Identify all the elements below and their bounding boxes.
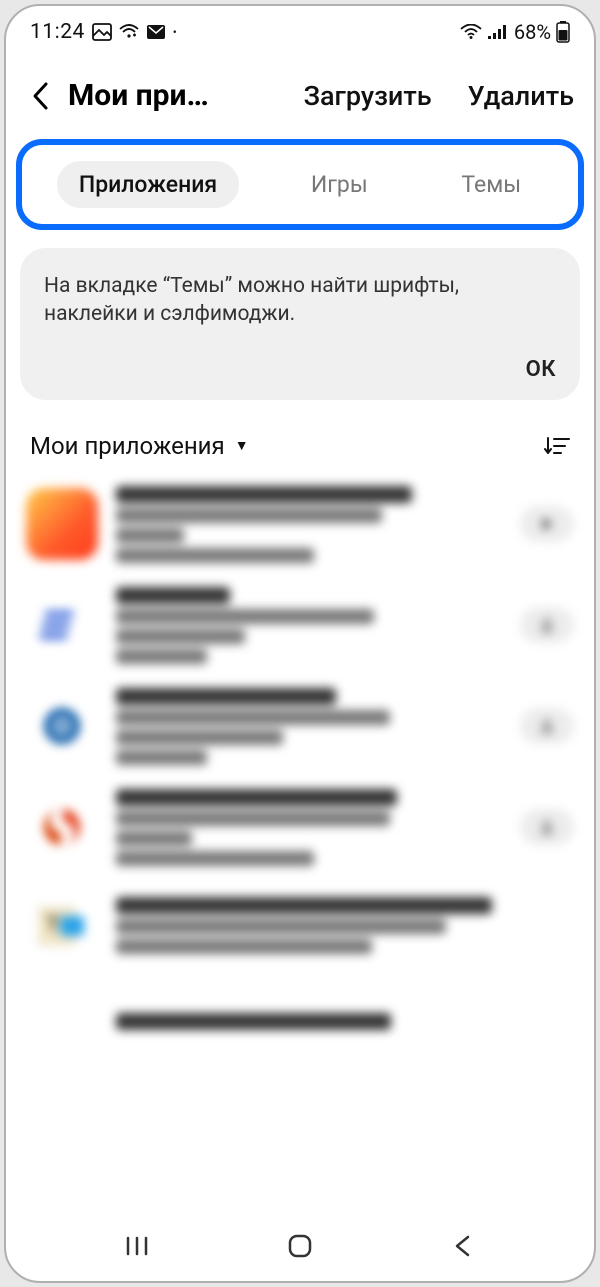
blurred-text <box>116 710 390 725</box>
app-list: T <box>6 474 594 1215</box>
blurred-text <box>116 508 382 523</box>
mail-icon <box>146 24 166 40</box>
blurred-text <box>116 939 372 954</box>
blurred-text <box>116 919 446 934</box>
blurred-text <box>116 851 314 866</box>
app-row[interactable] <box>6 474 594 575</box>
app-row[interactable]: T <box>6 878 594 974</box>
blurred-text <box>116 587 230 604</box>
app-icon: T <box>26 890 98 962</box>
signal-icon <box>487 24 507 40</box>
app-info <box>116 688 496 765</box>
blurred-text <box>116 789 397 806</box>
recent-apps-button[interactable] <box>107 1235 167 1257</box>
app-row[interactable] <box>6 575 594 676</box>
svg-text:T: T <box>46 913 60 938</box>
sort-button[interactable] <box>544 435 570 457</box>
wifi-small-icon <box>119 24 139 40</box>
blurred-text <box>116 811 390 826</box>
app-icon <box>26 690 98 762</box>
app-info <box>116 789 496 866</box>
app-row[interactable] <box>6 974 594 1070</box>
blurred-text <box>116 897 492 914</box>
tabs-highlight: Приложения Игры Темы <box>16 139 584 230</box>
download-button[interactable] <box>520 708 574 744</box>
wifi-icon <box>460 24 482 40</box>
app-info <box>116 486 496 563</box>
section-header: Мои приложения ▼ <box>6 400 594 474</box>
tab-games[interactable]: Игры <box>289 161 390 208</box>
info-text: На вкладке “Темы” можно найти шрифты, на… <box>44 272 556 329</box>
app-icon <box>26 589 98 661</box>
download-action[interactable]: Загрузить <box>304 80 432 112</box>
blurred-text <box>116 486 412 503</box>
back-button[interactable] <box>24 81 58 111</box>
status-left: 11:24 • <box>30 20 177 44</box>
section-dropdown[interactable]: Мои приложения ▼ <box>30 432 249 460</box>
blurred-text <box>116 649 207 664</box>
info-ok-button[interactable]: ОК <box>44 357 556 382</box>
app-icon <box>26 791 98 863</box>
blurred-text <box>116 688 336 705</box>
app-row[interactable] <box>6 777 594 878</box>
tab-apps[interactable]: Приложения <box>57 161 239 208</box>
blurred-text <box>116 629 245 644</box>
battery-icon <box>556 21 570 43</box>
play-button[interactable] <box>520 506 574 542</box>
app-row[interactable] <box>6 676 594 777</box>
status-bar: 11:24 • 68% <box>6 6 594 48</box>
info-card: На вкладке “Темы” можно найти шрифты, на… <box>20 248 580 400</box>
tab-themes[interactable]: Темы <box>439 161 543 208</box>
page-title: Мои при… <box>68 78 218 113</box>
app-icon <box>26 986 98 1058</box>
download-button[interactable] <box>520 607 574 643</box>
blurred-text <box>116 1013 391 1030</box>
delete-action[interactable]: Удалить <box>468 80 574 112</box>
app-info <box>116 587 496 664</box>
home-button[interactable] <box>270 1233 330 1259</box>
blurred-text <box>116 609 374 624</box>
status-time: 11:24 <box>30 20 85 44</box>
blurred-text <box>116 528 184 543</box>
phone-frame: 11:24 • 68% <box>4 4 596 1283</box>
status-right: 68% <box>460 20 570 44</box>
more-dot-icon: • <box>173 25 177 39</box>
app-info <box>116 1013 574 1030</box>
chevron-down-icon: ▼ <box>235 437 249 454</box>
nav-bar <box>6 1215 594 1281</box>
nav-back-button[interactable] <box>433 1234 493 1258</box>
battery-text: 68% <box>514 20 551 44</box>
blurred-text <box>116 831 192 846</box>
app-info <box>116 897 574 954</box>
header: Мои при… Загрузить Удалить <box>6 48 594 131</box>
app-icon <box>26 488 98 560</box>
blurred-text <box>116 548 314 563</box>
download-button[interactable] <box>520 809 574 845</box>
gallery-icon <box>92 23 112 41</box>
blurred-text <box>116 730 283 745</box>
blurred-text <box>116 750 207 765</box>
section-title: Мои приложения <box>30 432 225 460</box>
